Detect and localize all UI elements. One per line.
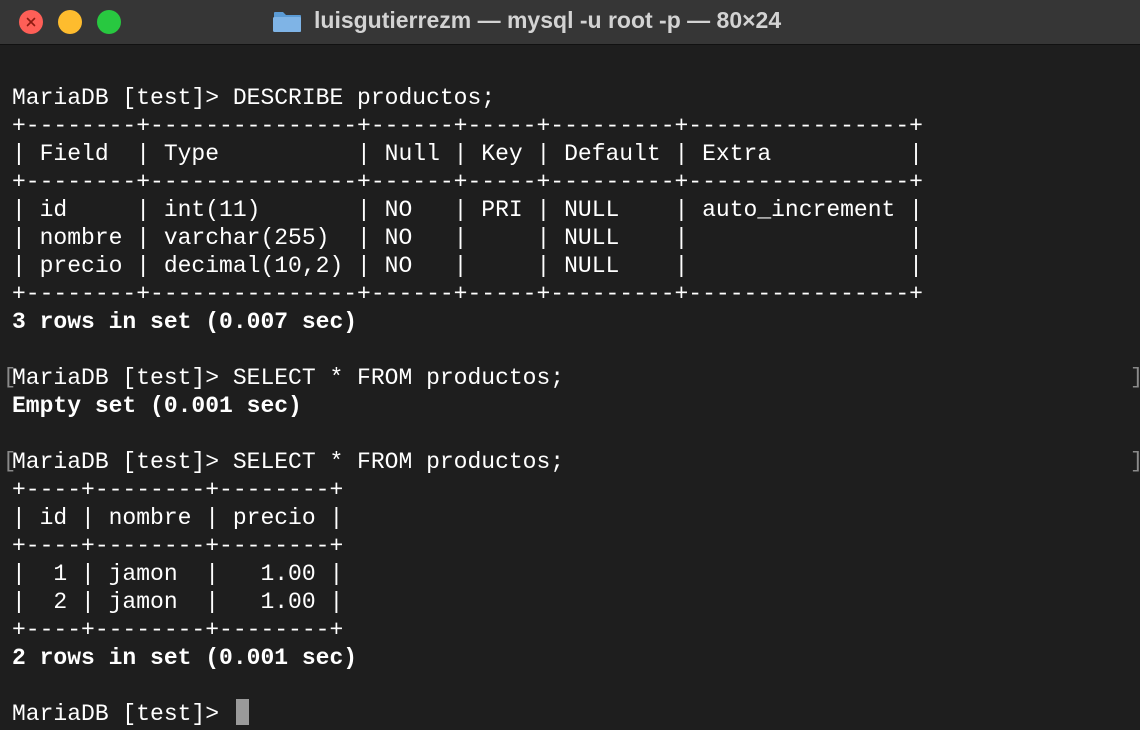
window-title-group: luisgutierrezm — mysql -u root -p — 80×2…	[272, 7, 781, 34]
title-bar: luisgutierrezm — mysql -u root -p — 80×2…	[0, 0, 1140, 45]
minimize-button[interactable]	[58, 10, 82, 34]
mark-bracket-left: [	[3, 449, 17, 474]
command-line: MariaDB [test]> SELECT * FROM productos;	[12, 449, 565, 475]
table-row: | nombre | varchar(255) | NO | | NULL | …	[12, 225, 923, 251]
table-row: | id | int(11) | NO | PRI | NULL | auto_…	[12, 197, 923, 223]
table-border: +----+--------+--------+	[12, 617, 344, 643]
table-border: +----+--------+--------+	[12, 477, 344, 503]
terminal-output[interactable]: MariaDB [test]> DESCRIBE productos; +---…	[0, 44, 1140, 730]
mark-bracket-left: [	[3, 365, 17, 390]
table-row: | 2 | jamon | 1.00 |	[12, 589, 344, 615]
table-header-row: | id | nombre | precio |	[12, 505, 344, 531]
folder-icon	[273, 11, 301, 32]
result-summary: 2 rows in set (0.001 sec)	[12, 645, 358, 671]
table-border: +----+--------+--------+	[12, 533, 344, 559]
zoom-button[interactable]	[97, 10, 121, 34]
table-row: | 1 | jamon | 1.00 |	[12, 561, 344, 587]
table-row: | precio | decimal(10,2) | NO | | NULL |…	[12, 253, 923, 279]
close-icon	[26, 17, 36, 27]
close-button[interactable]	[19, 10, 43, 34]
result-summary: Empty set (0.001 sec)	[12, 393, 302, 419]
prompt-line: MariaDB [test]>	[12, 701, 233, 727]
table-border: +--------+---------------+------+-----+-…	[12, 281, 923, 307]
window-title: luisgutierrezm — mysql -u root -p — 80×2…	[314, 7, 782, 33]
terminal-window: luisgutierrezm — mysql -u root -p — 80×2…	[0, 0, 1140, 730]
text-cursor	[236, 699, 249, 725]
command-line: MariaDB [test]> DESCRIBE productos;	[12, 85, 496, 111]
result-summary: 3 rows in set (0.007 sec)	[12, 309, 358, 335]
table-border: +--------+---------------+------+-----+-…	[12, 169, 923, 195]
mark-bracket-right: ]	[1130, 364, 1140, 392]
command-line: MariaDB [test]> SELECT * FROM productos;	[12, 365, 565, 391]
table-header-row: | Field | Type | Null | Key | Default | …	[12, 141, 923, 167]
table-border: +--------+---------------+------+-----+-…	[12, 113, 923, 139]
mark-bracket-right: ]	[1130, 448, 1140, 476]
